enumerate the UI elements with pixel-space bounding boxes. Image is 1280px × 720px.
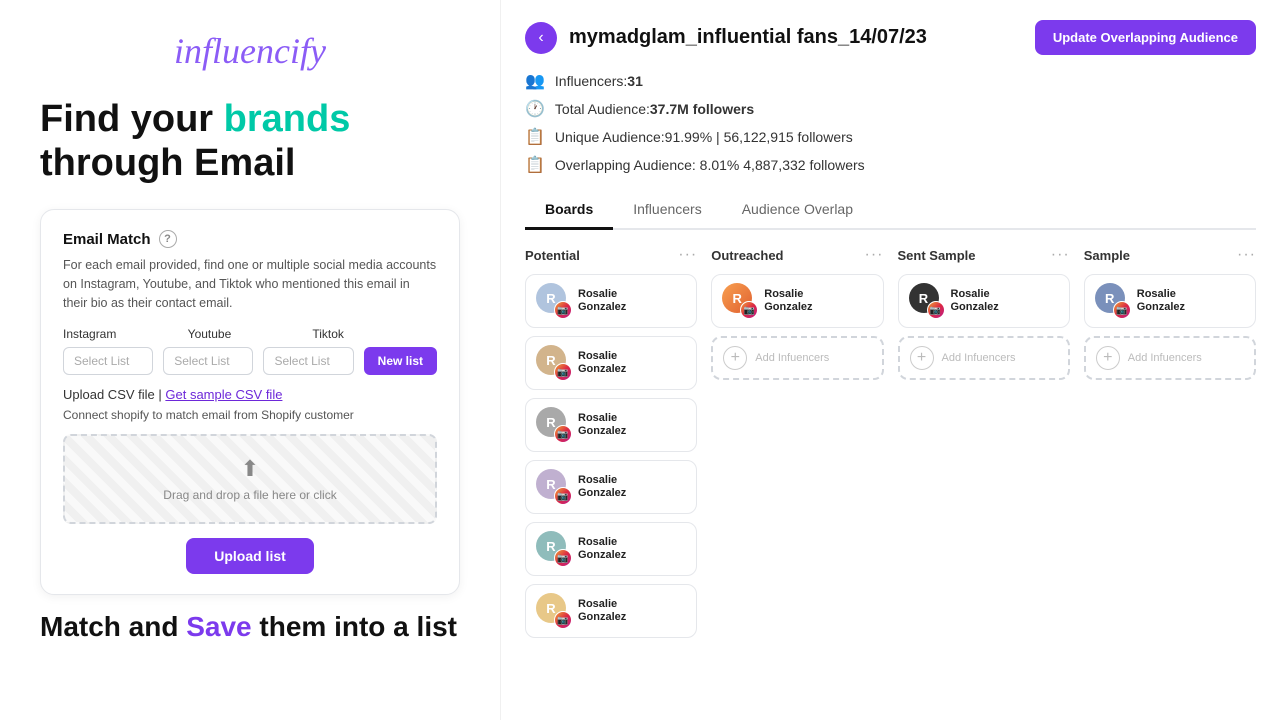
- overlapping-audience-value: Overlapping Audience: 8.01% 4,887,332 fo…: [555, 157, 865, 173]
- list-item: R 📷 RosalieGonzalez: [711, 274, 883, 328]
- add-label: Add Infuencers: [942, 352, 1016, 364]
- stats-row: 👥 Influencers:31 🕐 Total Audience:37.7M …: [525, 71, 1256, 175]
- list-selects: Select List Select List Select List New …: [63, 347, 437, 375]
- influencers-icon: 👥: [525, 71, 545, 91]
- upload-cloud-icon: ⬆: [241, 456, 259, 482]
- board-potential-header: Potential ···: [525, 246, 697, 264]
- stat-unique-audience: 📋 Unique Audience:91.99% | 56,122,915 fo…: [525, 127, 1256, 147]
- list-item: R📷 RosalieGonzalez: [525, 460, 697, 514]
- tiktok-select[interactable]: Select List: [263, 347, 353, 375]
- board-outreached-title: Outreached: [711, 248, 783, 263]
- influencer-name: RosalieGonzalez: [578, 536, 626, 562]
- influencer-name: RosalieGonzalez: [951, 288, 999, 314]
- influencer-name: RosalieGonzalez: [578, 474, 626, 500]
- board-outreached-more-icon[interactable]: ···: [865, 246, 884, 264]
- update-overlapping-button[interactable]: Update Overlapping Audience: [1035, 20, 1256, 55]
- tab-influencers[interactable]: Influencers: [613, 191, 721, 230]
- board-sample: Sample ··· R 📷 RosalieGonzalez + Add Inf…: [1084, 246, 1256, 646]
- upload-list-button[interactable]: Upload list: [186, 538, 314, 574]
- board-potential-more-icon[interactable]: ···: [678, 246, 697, 264]
- copy-icon-1: 📋: [525, 127, 545, 147]
- right-header: ‹ mymadglam_influential fans_14/07/23 Up…: [525, 20, 1256, 55]
- tab-audience-overlap[interactable]: Audience Overlap: [722, 191, 873, 230]
- tab-boards[interactable]: Boards: [525, 191, 613, 230]
- youtube-label: Youtube: [188, 327, 313, 341]
- add-influencers-sample[interactable]: + Add Infuencers: [1084, 336, 1256, 380]
- unique-audience-value: Unique Audience:91.99% | 56,122,915 foll…: [555, 129, 853, 145]
- instagram-label: Instagram: [63, 327, 188, 341]
- board-outreached-header: Outreached ···: [711, 246, 883, 264]
- board-sent-sample-title: Sent Sample: [898, 248, 976, 263]
- upload-csv-label: Upload CSV file |: [63, 387, 162, 402]
- add-influencers-outreached[interactable]: + Add Infuencers: [711, 336, 883, 380]
- csv-row: Upload CSV file | Get sample CSV file: [63, 387, 437, 402]
- card-header: Email Match ?: [63, 230, 437, 248]
- upload-zone[interactable]: ⬆ Drag and drop a file here or click: [63, 434, 437, 524]
- back-button[interactable]: ‹: [525, 22, 557, 54]
- influencer-name: RosalieGonzalez: [578, 350, 626, 376]
- board-potential: Potential ··· R📷 RosalieGonzalez R📷 Rosa…: [525, 246, 697, 646]
- board-sent-sample: Sent Sample ··· R 📷 RosalieGonzalez + Ad…: [898, 246, 1070, 646]
- add-influencers-sent-sample[interactable]: + Add Infuencers: [898, 336, 1070, 380]
- list-item: R📷 RosalieGonzalez: [525, 522, 697, 576]
- stat-total-audience: 🕐 Total Audience:37.7M followers: [525, 99, 1256, 119]
- upload-zone-text: Drag and drop a file here or click: [163, 488, 336, 502]
- board-sent-sample-more-icon[interactable]: ···: [1051, 246, 1070, 264]
- left-panel: influencify Find your brands through Ema…: [0, 0, 500, 720]
- influencer-name: RosalieGonzalez: [578, 288, 626, 314]
- total-audience-label: Total Audience:37.7M followers: [555, 101, 754, 117]
- influencer-name: RosalieGonzalez: [1137, 288, 1185, 314]
- add-label: Add Infuencers: [755, 352, 829, 364]
- influencers-count: Influencers:31: [555, 73, 643, 89]
- board-sample-header: Sample ···: [1084, 246, 1256, 264]
- help-icon[interactable]: ?: [159, 230, 177, 248]
- tagline: Match and Save them into a list: [40, 611, 460, 643]
- tabs: Boards Influencers Audience Overlap: [525, 191, 1256, 230]
- card-description: For each email provided, find one or mul…: [63, 256, 437, 312]
- list-labels: Instagram Youtube Tiktok: [63, 327, 437, 341]
- logo: influencify: [40, 30, 460, 72]
- influencer-name: RosalieGonzalez: [578, 412, 626, 438]
- add-label: Add Infuencers: [1128, 352, 1202, 364]
- page-title: mymadglam_influential fans_14/07/23: [569, 26, 927, 49]
- list-item: R 📷 RosalieGonzalez: [1084, 274, 1256, 328]
- card-title: Email Match: [63, 231, 151, 248]
- influencer-name: RosalieGonzalez: [578, 598, 626, 624]
- right-panel: ‹ mymadglam_influential fans_14/07/23 Up…: [500, 0, 1280, 720]
- email-match-card: Email Match ? For each email provided, f…: [40, 209, 460, 594]
- add-plus-icon: +: [1096, 346, 1120, 370]
- stat-overlapping-audience: 📋 Overlapping Audience: 8.01% 4,887,332 …: [525, 155, 1256, 175]
- board-sent-sample-header: Sent Sample ···: [898, 246, 1070, 264]
- list-item: R 📷 RosalieGonzalez: [898, 274, 1070, 328]
- youtube-select[interactable]: Select List: [163, 347, 253, 375]
- sample-csv-link[interactable]: Get sample CSV file: [165, 387, 282, 402]
- shopify-row: Connect shopify to match email from Shop…: [63, 408, 437, 422]
- stat-influencers: 👥 Influencers:31: [525, 71, 1256, 91]
- board-potential-title: Potential: [525, 248, 580, 263]
- list-item: R📷 RosalieGonzalez: [525, 398, 697, 452]
- list-item: R📷 RosalieGonzalez: [525, 274, 697, 328]
- influencer-name: RosalieGonzalez: [764, 288, 812, 314]
- add-plus-icon: +: [723, 346, 747, 370]
- copy-icon-2: 📋: [525, 155, 545, 175]
- list-item: R📷 RosalieGonzalez: [525, 584, 697, 638]
- board-sample-title: Sample: [1084, 248, 1130, 263]
- tiktok-label: Tiktok: [312, 327, 437, 341]
- board-outreached: Outreached ··· R 📷 RosalieGonzalez + Add…: [711, 246, 883, 646]
- boards-container: Potential ··· R📷 RosalieGonzalez R📷 Rosa…: [525, 246, 1256, 646]
- new-list-button[interactable]: New list: [364, 347, 437, 375]
- headline: Find your brands through Email: [40, 98, 460, 185]
- instagram-select[interactable]: Select List: [63, 347, 153, 375]
- clock-icon: 🕐: [525, 99, 545, 119]
- board-sample-more-icon[interactable]: ···: [1237, 246, 1256, 264]
- title-group: ‹ mymadglam_influential fans_14/07/23: [525, 22, 927, 54]
- list-item: R📷 RosalieGonzalez: [525, 336, 697, 390]
- add-plus-icon: +: [910, 346, 934, 370]
